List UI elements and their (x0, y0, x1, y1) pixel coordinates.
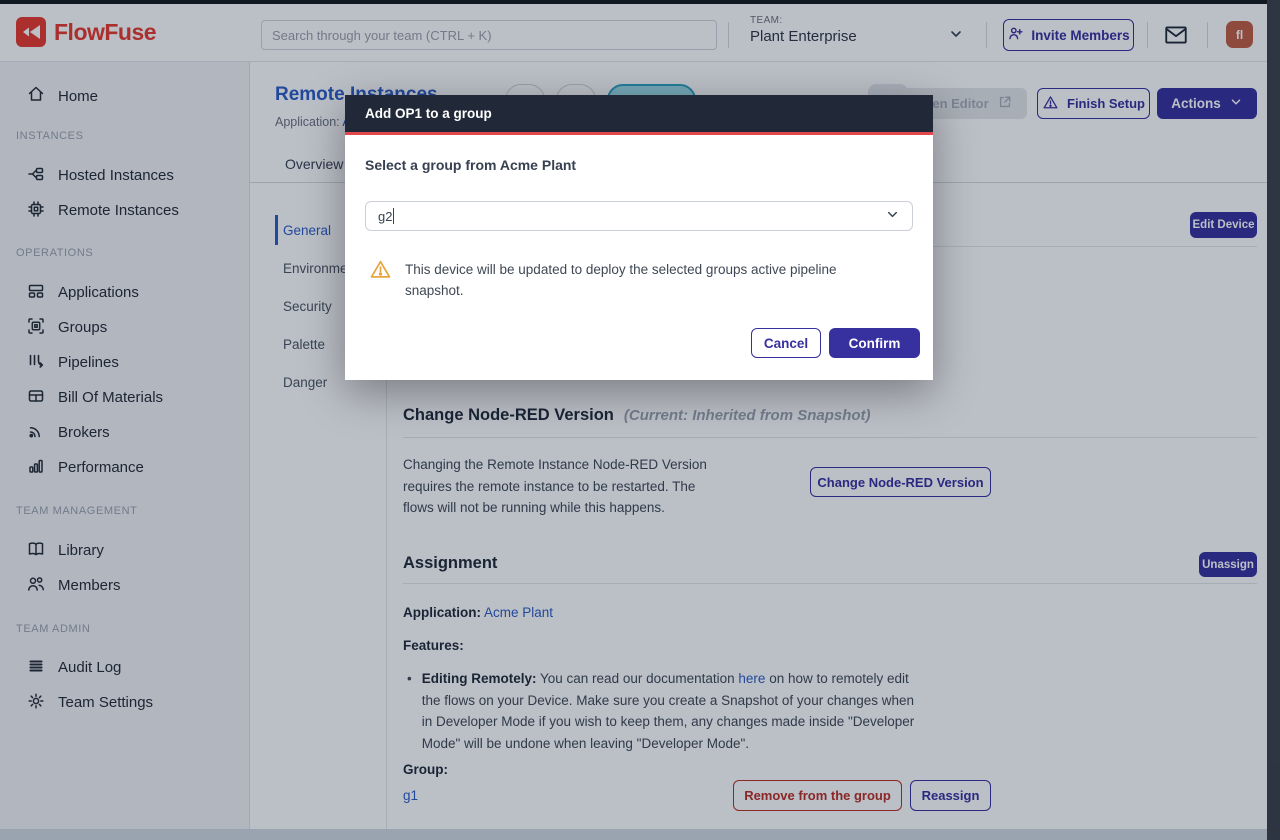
warning-message: This device will be updated to deploy th… (369, 258, 877, 302)
confirm-button[interactable]: Confirm (829, 328, 920, 358)
cancel-button[interactable]: Cancel (751, 328, 821, 358)
dialog-header: Add OP1 to a group (345, 95, 933, 135)
add-to-group-dialog: Add OP1 to a group Select a group from A… (345, 95, 933, 380)
warning-triangle-icon (369, 258, 392, 302)
group-select[interactable]: g2 (365, 201, 913, 231)
chevron-down-icon (885, 207, 900, 225)
dialog-title: Add OP1 to a group (365, 106, 492, 121)
warning-text: This device will be updated to deploy th… (405, 258, 877, 302)
group-select-value: g2 (378, 209, 392, 224)
group-select-label: Select a group from Acme Plant (365, 157, 576, 173)
screen: FlowFuse TEAM: Plant Enterprise Invite M… (0, 0, 1280, 840)
text-cursor (393, 208, 394, 224)
